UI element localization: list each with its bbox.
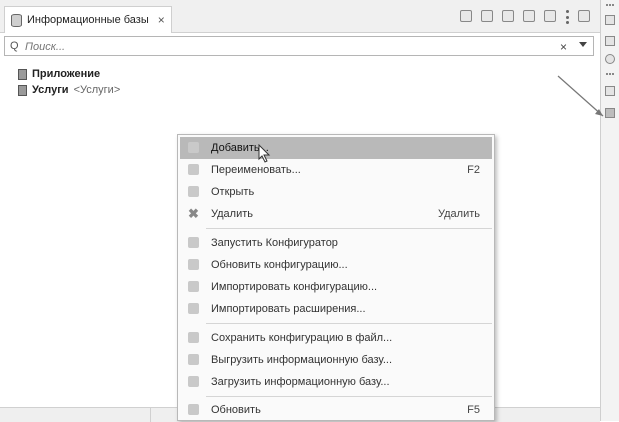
search-input[interactable] [23, 38, 547, 56]
context-menu: Добавить... Переименовать... F2 Открыть … [177, 134, 495, 421]
menu-separator [206, 323, 492, 324]
menu-item-delete[interactable]: ✖ Удалить Удалить [180, 203, 492, 225]
grip-icon [606, 4, 614, 8]
tab-bar: Информационные базы × [0, 0, 600, 33]
search-box: Q × [4, 36, 594, 56]
menu-item-save-config[interactable]: Сохранить конфигурацию в файл... [180, 327, 492, 349]
import-extensions-icon [188, 303, 199, 314]
tab-title: Информационные базы [27, 14, 149, 26]
search-icon: Q [10, 40, 19, 52]
settings-icon[interactable] [481, 10, 493, 22]
image-icon[interactable] [605, 36, 615, 46]
menu-item-rename[interactable]: Переименовать... F2 [180, 159, 492, 181]
menu-item-import-infobase[interactable]: Загрузить информационную базу... [180, 371, 492, 393]
list-view-icon[interactable] [460, 10, 472, 22]
menu-item-export-infobase[interactable]: Выгрузить информационную базу... [180, 349, 492, 371]
save-config-icon [188, 332, 199, 343]
menu-item-import-extensions[interactable]: Импортировать расширения... [180, 298, 492, 320]
pin-icon[interactable] [578, 10, 590, 22]
rename-icon [188, 164, 199, 175]
close-icon[interactable]: × [158, 13, 165, 27]
menu-item-update-config[interactable]: Обновить конфигурацию... [180, 254, 492, 276]
configurator-icon [188, 237, 199, 248]
infobase-tree: Приложение Услуги <Услуги> [18, 66, 120, 98]
add-infobase-icon [188, 142, 199, 153]
copy-icon[interactable] [523, 10, 535, 22]
tree-item-suffix: <Услуги> [73, 84, 121, 96]
chevron-down-icon[interactable] [579, 42, 587, 47]
grip-icon [606, 73, 614, 77]
right-toolbar [601, 0, 619, 421]
tab-infobases[interactable]: Информационные базы × [4, 6, 172, 33]
export-infobase-icon [188, 354, 199, 365]
circle-icon[interactable] [605, 54, 615, 64]
menu-separator [206, 396, 492, 397]
clear-search-icon[interactable]: × [560, 40, 567, 54]
infobase-icon [18, 68, 27, 80]
menu-item-run-configurator[interactable]: Запустить Конфигуратор [180, 232, 492, 254]
tree-item[interactable]: Приложение [18, 66, 120, 82]
open-icon [188, 186, 199, 197]
infobase-icon [18, 84, 27, 96]
menu-item-add[interactable]: Добавить... [180, 137, 492, 163]
import-infobase-icon [188, 376, 199, 387]
menu-item-refresh[interactable]: Обновить F5 [180, 399, 492, 421]
menu-separator [206, 228, 492, 229]
menu-item-open[interactable]: Открыть [180, 181, 492, 203]
tree-item[interactable]: Услуги <Услуги> [18, 82, 120, 98]
toolbar [460, 10, 590, 24]
update-config-icon [188, 259, 199, 270]
tree-item-label: Услуги [32, 84, 69, 96]
tree-item-label: Приложение [32, 68, 101, 80]
menu-item-import-config[interactable]: Импортировать конфигурацию... [180, 276, 492, 298]
window-icon[interactable] [605, 15, 615, 25]
window-icon[interactable] [605, 86, 615, 96]
more-icon[interactable] [565, 10, 569, 24]
add-icon[interactable] [502, 10, 514, 22]
refresh-icon [188, 404, 199, 415]
database-icon [11, 13, 22, 27]
import-config-icon [188, 281, 199, 292]
delete-icon: ✖ [188, 206, 199, 221]
group-icon[interactable] [544, 10, 556, 22]
infobase-icon[interactable] [605, 108, 615, 118]
